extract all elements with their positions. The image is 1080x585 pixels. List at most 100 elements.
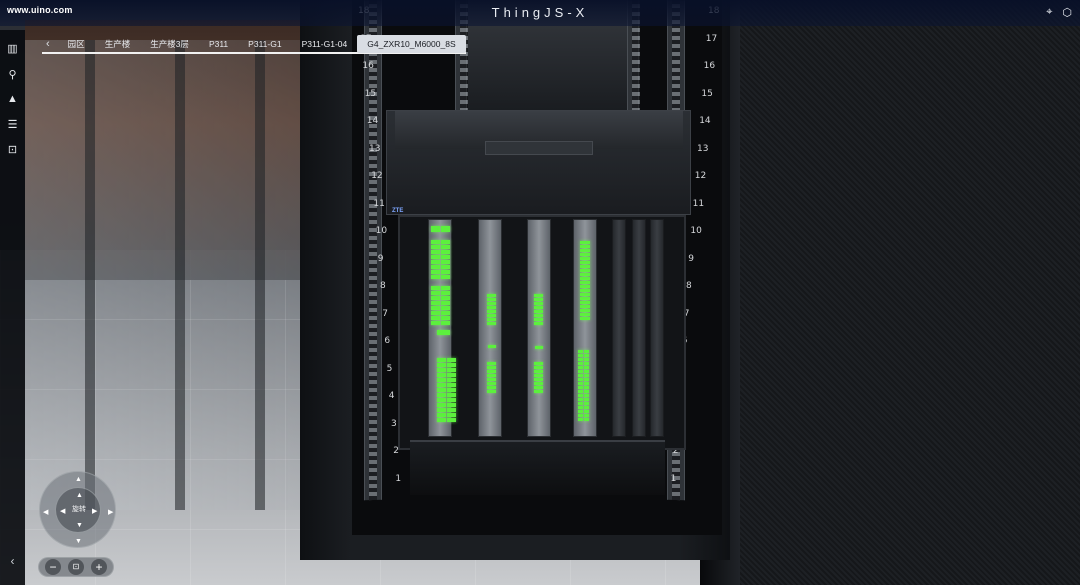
status-led [441,275,450,279]
rotate-up-icon[interactable]: ▲ [76,492,83,499]
status-led [578,382,583,385]
status-led [578,410,583,413]
status-led [580,265,590,268]
rotate-control[interactable]: ▲ ▼ ◀ ▶ 旋转 [55,487,101,533]
status-led [578,386,583,389]
chassis-fan-tray[interactable] [386,110,691,215]
status-led [584,378,589,381]
inspect-icon[interactable]: ⊡ [0,143,25,161]
rail-unit-label: 1 [670,473,677,484]
reset-view-button[interactable]: ⊡ [68,559,84,575]
empty-slot [632,219,646,437]
search-icon[interactable]: ⚲ [0,68,25,86]
status-led [447,368,456,372]
rail-unit-label: 14 [699,116,711,126]
line-card-3[interactable] [527,219,551,437]
status-led [447,373,456,377]
status-led [487,362,496,365]
rail-unit-label: 7 [382,308,388,319]
breadcrumb-item-current[interactable]: G4_ZXR10_M6000_8S [357,35,466,53]
status-led [441,260,450,264]
status-led [534,378,543,381]
status-led [437,358,446,362]
building-icon[interactable]: ▥ [0,42,25,60]
status-led [431,321,440,325]
status-led [441,291,450,295]
map-pin-icon[interactable]: ⌖ [1046,6,1052,19]
status-led [431,316,440,320]
left-toolbar: ▥ ⚲ ▲ ☰ ⊡ ‹ [0,30,25,585]
status-led [487,298,496,301]
status-led [578,374,583,377]
status-led [534,306,543,309]
navigation-compass[interactable]: ▲ ▼ ◀ ▶ ▲ ▼ ◀ ▶ 旋转 [39,471,116,548]
status-led [584,410,589,413]
status-led [431,291,440,295]
status-led [441,286,450,290]
pan-down-icon[interactable]: ▼ [75,538,82,545]
zoom-in-button[interactable]: + [91,559,107,575]
status-led [447,363,456,367]
warning-icon[interactable]: ▲ [0,93,25,111]
status-led [437,363,446,367]
status-led [447,378,456,382]
pan-right-icon[interactable]: ▶ [108,508,113,516]
rail-unit-label: 11 [373,198,385,209]
glass-frame-bar [255,40,265,510]
rail-unit-label: 9 [688,253,694,264]
status-led [580,261,590,264]
status-led [487,318,496,321]
breadcrumb-item[interactable]: 生产楼 [95,35,141,53]
line-card-2[interactable] [478,219,502,437]
3d-scene-viewport[interactable]: 1817161514131211109876543211817161514131… [0,0,1080,585]
status-led [441,250,450,254]
status-led [441,306,450,310]
zoom-out-button[interactable]: − [45,559,61,575]
led-group [437,330,450,335]
status-led [578,398,583,401]
breadcrumb-back-icon[interactable]: ‹ [42,38,58,50]
pan-left-icon[interactable]: ◀ [43,508,48,516]
status-led [584,362,589,365]
status-led [488,345,496,348]
status-led [487,302,496,305]
status-led [431,306,440,310]
status-led [487,314,496,317]
status-led [584,370,589,373]
breadcrumb-item[interactable]: 生产楼3层 [140,35,199,53]
collapse-sidebar-icon[interactable]: ‹ [0,554,25,572]
list-icon[interactable]: ☰ [0,118,25,136]
rotate-down-icon[interactable]: ▼ [76,522,83,529]
status-led [431,250,440,254]
chassis-brand-label: ZTE [392,208,404,214]
breadcrumb-item[interactable]: P311-G1 [238,35,291,53]
status-led [487,370,496,373]
status-led [584,382,589,385]
cube-icon[interactable]: ⬡ [1062,6,1072,19]
status-led [487,294,496,297]
breadcrumb-item[interactable]: P311 [199,35,238,53]
status-led [487,382,496,385]
status-led [447,393,456,397]
status-led [431,240,440,244]
breadcrumb-item[interactable]: 园区 [58,35,95,53]
status-led [580,257,590,260]
status-led [580,293,590,296]
status-led [534,362,543,365]
status-led [431,245,440,249]
led-group [580,241,590,320]
rail-unit-label: 12 [371,171,383,181]
status-led [580,249,590,252]
status-led [578,362,583,365]
status-led [535,346,543,349]
breadcrumb-item[interactable]: P311-G1-04 [292,35,358,53]
led-group [487,362,496,393]
status-led [437,403,446,407]
rail-unit-label: 15 [364,88,377,99]
status-led [578,370,583,373]
zoom-controls: − ⊡ + [38,557,114,577]
rail-unit-label: 5 [386,363,393,374]
pan-up-icon[interactable]: ▲ [75,476,82,483]
status-led [584,366,589,369]
rail-unit-label: 12 [694,171,707,181]
